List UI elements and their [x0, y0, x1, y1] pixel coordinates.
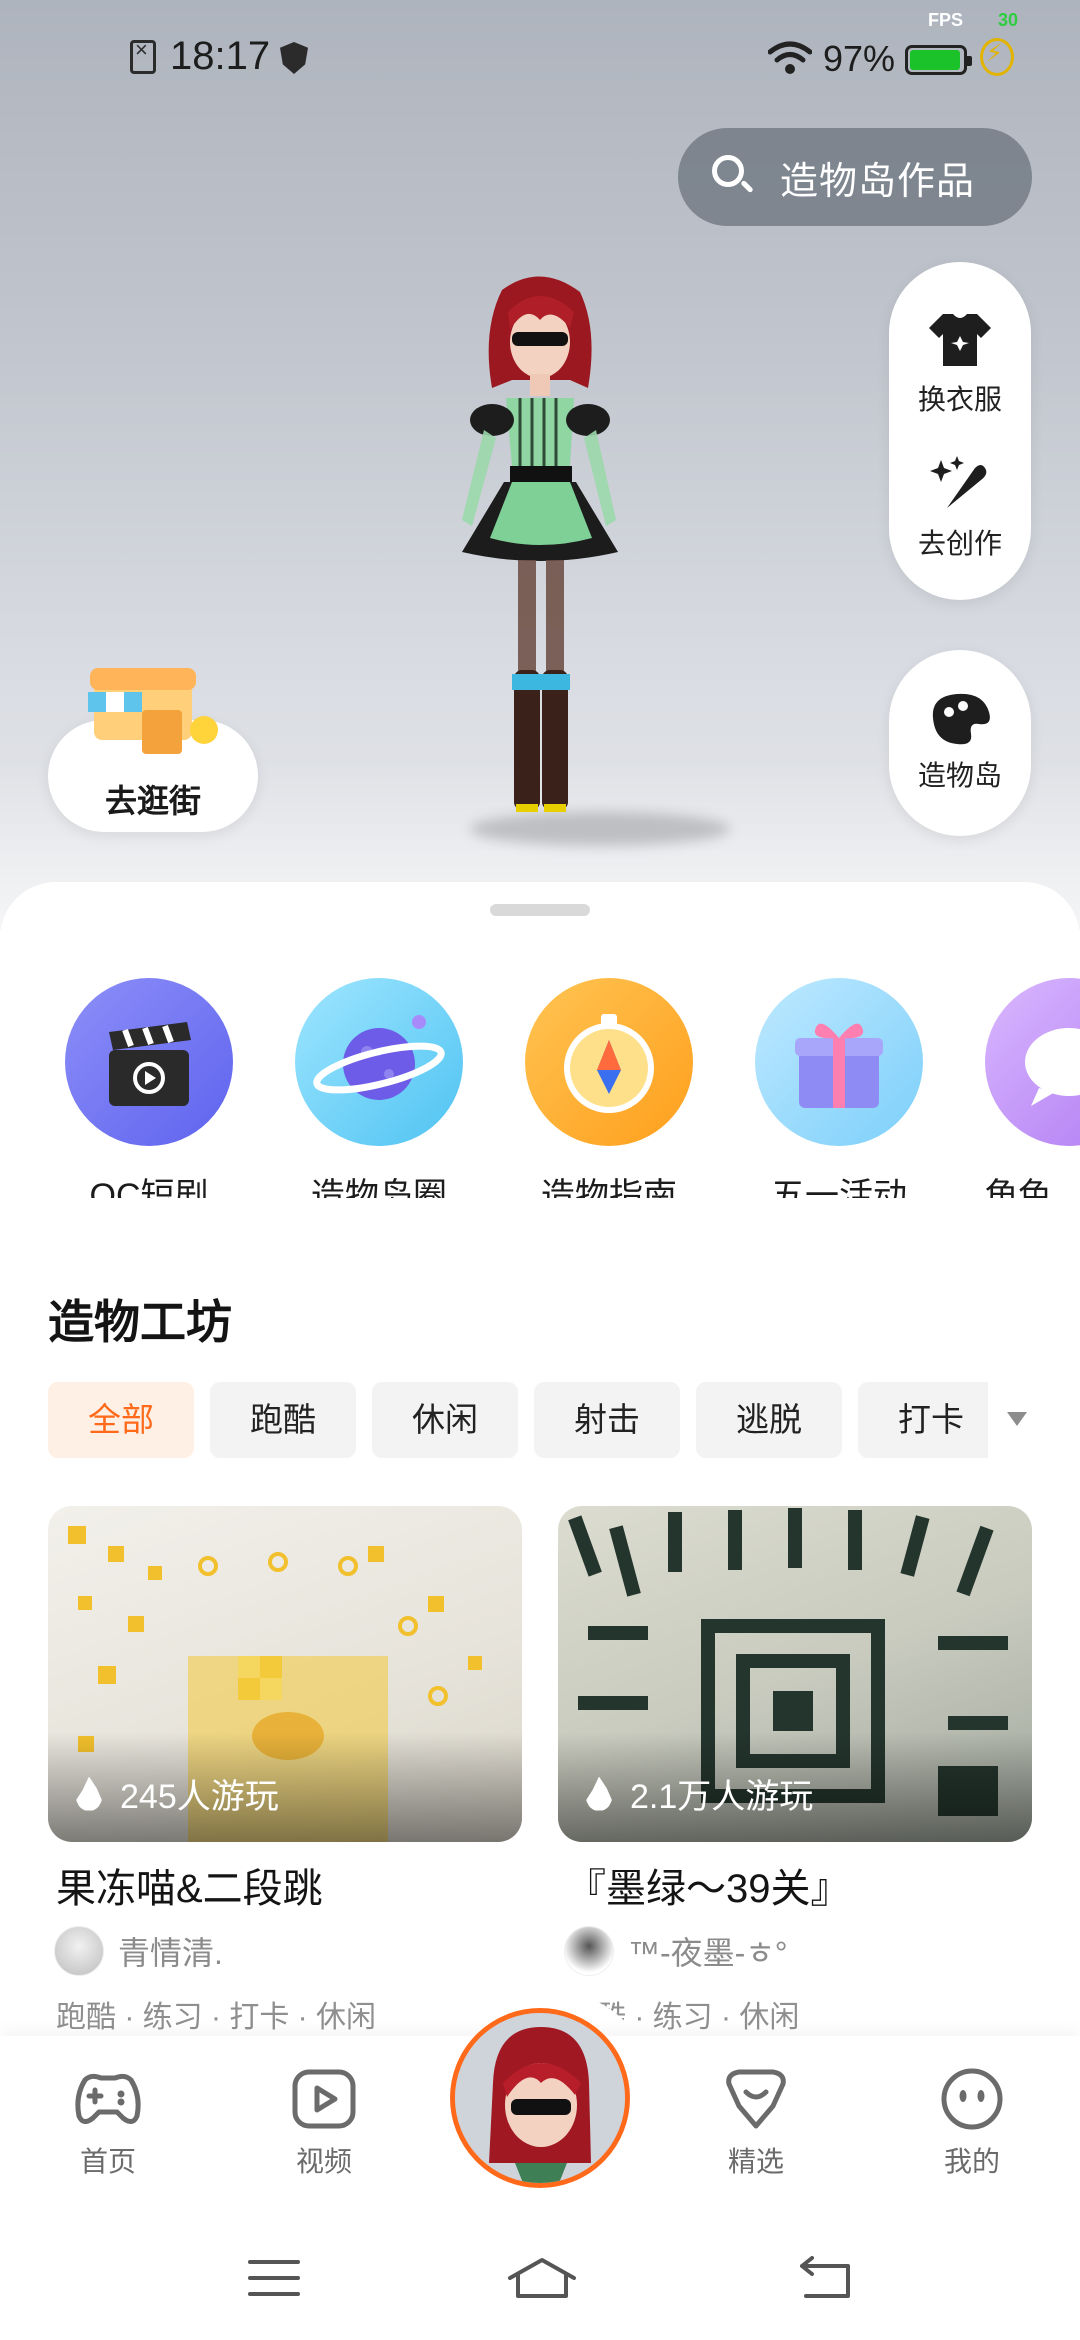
battery-icon [905, 45, 972, 75]
heart-badge-icon [726, 2069, 786, 2129]
charging-icon [980, 38, 1014, 76]
sheet-drag-handle[interactable] [490, 904, 590, 916]
magic-wand-icon [930, 456, 987, 508]
fire-icon [586, 1776, 612, 1811]
quick-entry-label: 造物岛圈 [311, 1177, 447, 1198]
chip-shooting[interactable]: 射击 [534, 1382, 680, 1458]
fire-icon [76, 1776, 102, 1811]
video-play-icon [292, 2069, 356, 2129]
nav-featured[interactable]: 精选 [686, 2066, 826, 2180]
change-outfit-label: 换衣服 [917, 384, 1002, 415]
search-label: 造物岛作品 [780, 160, 976, 203]
side-actions-card: 换衣服 去创作 [889, 262, 1031, 600]
smiley-icon [941, 2068, 1003, 2130]
nav-home[interactable]: 首页 [38, 2066, 178, 2180]
creation-island-label: 造物岛 [917, 760, 1002, 791]
chip-checkin[interactable]: 打卡 [858, 1382, 988, 1458]
sim-off-icon [130, 37, 156, 74]
author-name: 青情清. [118, 1935, 223, 1971]
wifi-icon [768, 41, 812, 74]
create-label: 去创作 [917, 528, 1002, 559]
nav-video[interactable]: 视频 [254, 2066, 394, 2180]
quick-entry-may-day[interactable]: 五一活动 [724, 978, 954, 1198]
fps-label: FPS [928, 10, 964, 30]
quick-entry-oc-drama[interactable]: OC短剧 [34, 978, 264, 1198]
back-icon[interactable] [796, 2256, 856, 2300]
chip-casual[interactable]: 休闲 [372, 1382, 518, 1458]
quick-entry-label: 五一活动 [771, 1177, 907, 1198]
game-card[interactable]: 245人游玩 果冻喵&二段跳 青情清. 跑酷 · 练习 · 打卡 · 休闲 [48, 1506, 522, 2034]
game-title[interactable]: 『墨绿～39关』 [566, 1856, 851, 1914]
go-shopping-label: 去逛街 [104, 783, 201, 819]
quick-entry-guide[interactable]: 造物指南 [494, 978, 724, 1198]
fps-value: 30 [998, 10, 1019, 30]
menu-icon[interactable] [244, 2256, 304, 2300]
change-outfit-button[interactable]: 换衣服 [889, 310, 1031, 418]
avatar-face [455, 2013, 625, 2183]
author-name: ™-夜墨-ㅎ° [628, 1935, 788, 1971]
chevron-down-icon[interactable] [1007, 1412, 1027, 1426]
chip-all[interactable]: 全部 [48, 1382, 194, 1458]
author-avatar [564, 1926, 614, 1976]
nav-featured-label: 精选 [727, 2146, 784, 2177]
category-chips[interactable]: 全部 跑酷 休闲 射击 逃脱 打卡 [48, 1382, 988, 1458]
shield-icon [280, 42, 308, 74]
chip-escape[interactable]: 逃脱 [696, 1382, 842, 1458]
status-bar: 18:17 97% FPS 30 [0, 0, 1080, 110]
game-tags: 跑酷 · 练习 · 打卡 · 休闲 [56, 2001, 376, 2034]
creation-island-button[interactable]: 造物岛 [889, 650, 1031, 836]
game-thumbnail[interactable]: 245人游玩 [48, 1506, 522, 1842]
chip-parkour[interactable]: 跑酷 [210, 1382, 356, 1458]
status-time: 18:17 [170, 34, 271, 78]
game-author[interactable]: 青情清. [54, 1926, 223, 1976]
play-count-text: 245人游玩 [120, 1778, 279, 1816]
quick-entry-character[interactable]: 角色 [954, 978, 1080, 1198]
shop-icon [88, 668, 218, 754]
quick-entry-row[interactable]: OC短剧 造物岛圈 造物指南 五一活动 角色 [0, 978, 1080, 1198]
play-count: 2.1万人游玩 [586, 1769, 813, 1818]
nav-profile-label: 我的 [943, 2146, 1000, 2177]
workshop-title: 造物工坊 [48, 1296, 232, 1348]
quick-entry-label: 造物指南 [541, 1177, 677, 1198]
search-icon [712, 155, 756, 199]
nav-profile[interactable]: 我的 [902, 2066, 1042, 2180]
search-works-button[interactable]: 造物岛作品 [678, 128, 1032, 226]
gamepad-icon [75, 2073, 141, 2124]
screen: 18:17 97% FPS 30 造物岛作品 [0, 0, 1080, 2340]
play-count-text: 2.1万人游玩 [630, 1778, 814, 1816]
game-title[interactable]: 果冻喵&二段跳 [56, 1856, 323, 1914]
game-author[interactable]: ™-夜墨-ㅎ° [564, 1926, 788, 1976]
play-count: 245人游玩 [76, 1769, 279, 1818]
battery-percent: 97% [823, 38, 896, 79]
palette-icon [932, 693, 990, 745]
game-card[interactable]: 2.1万人游玩 『墨绿～39关』 ™-夜墨-ㅎ° 跑酷 · 练习 · 休闲 [558, 1506, 1032, 2034]
home-icon[interactable] [506, 2256, 578, 2300]
gift-icon [795, 1023, 883, 1108]
avatar[interactable] [450, 2008, 630, 2188]
tshirt-icon [929, 314, 991, 366]
quick-entry-label: OC短剧 [89, 1177, 209, 1198]
avatar-character[interactable] [420, 270, 660, 850]
author-avatar [54, 1926, 104, 1976]
nav-video-label: 视频 [295, 2146, 352, 2177]
clapperboard-icon [109, 1022, 191, 1106]
create-button[interactable]: 去创作 [889, 454, 1031, 562]
planet-icon [313, 1015, 445, 1100]
compass-icon [564, 1014, 654, 1113]
nav-home-label: 首页 [79, 2146, 136, 2177]
chat-bubble-icon [1025, 1028, 1080, 1106]
quick-entry-island-circle[interactable]: 造物岛圈 [264, 978, 494, 1198]
game-thumbnail[interactable]: 2.1万人游玩 [558, 1506, 1032, 1842]
system-nav-bar [0, 2216, 1080, 2340]
quick-entry-label: 角色 [984, 1177, 1052, 1198]
avatar-scene[interactable]: 18:17 97% FPS 30 造物岛作品 [0, 0, 1080, 930]
